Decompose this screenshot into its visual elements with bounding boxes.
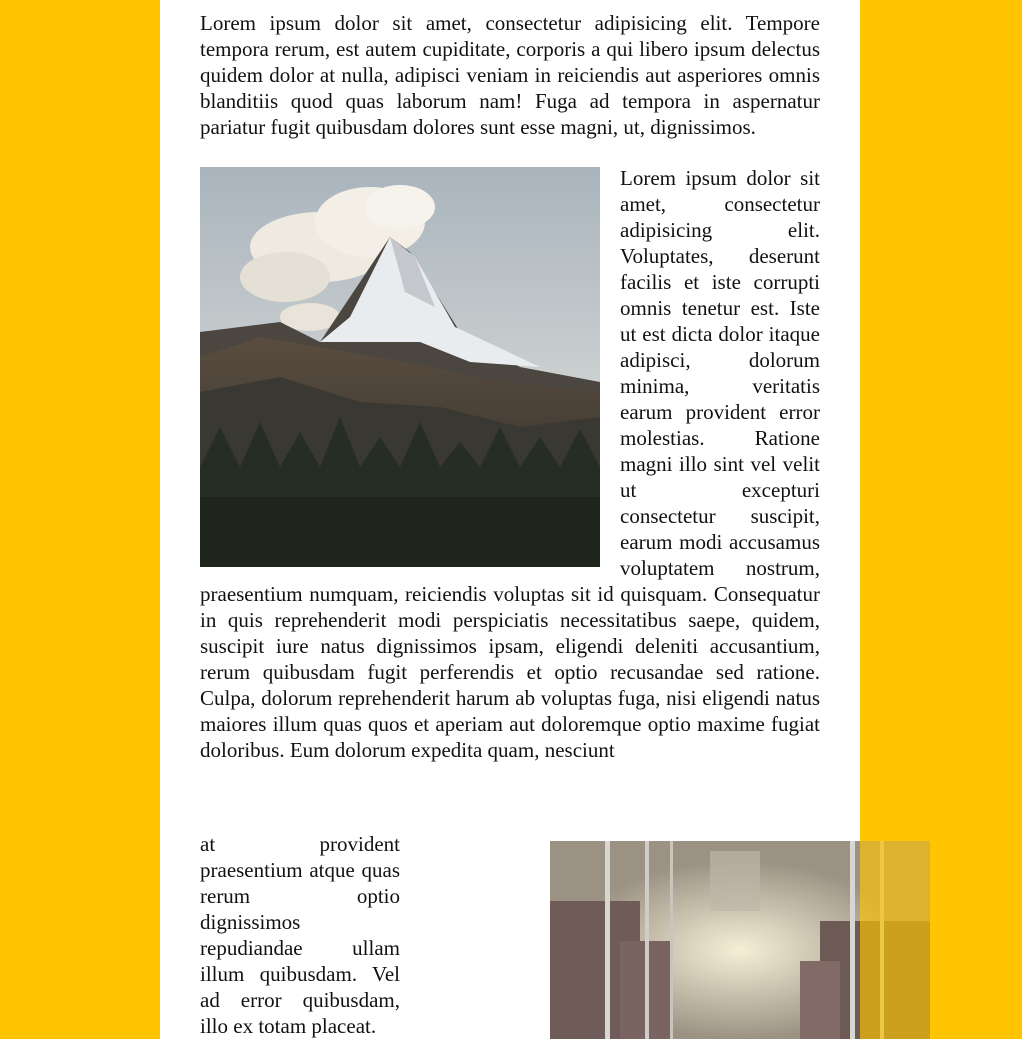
intro-paragraph: Lorem ipsum dolor sit amet, consectetur … [200,11,820,139]
mountain-photo [200,167,600,567]
lower-column: at provident praesentium atque quas reru… [200,831,400,1039]
article-content: Lorem ipsum dolor sit amet, consectetur … [200,10,820,763]
column-paragraph: at provident praesentium atque quas reru… [200,832,400,1038]
bus-interior-photo [550,841,930,1039]
